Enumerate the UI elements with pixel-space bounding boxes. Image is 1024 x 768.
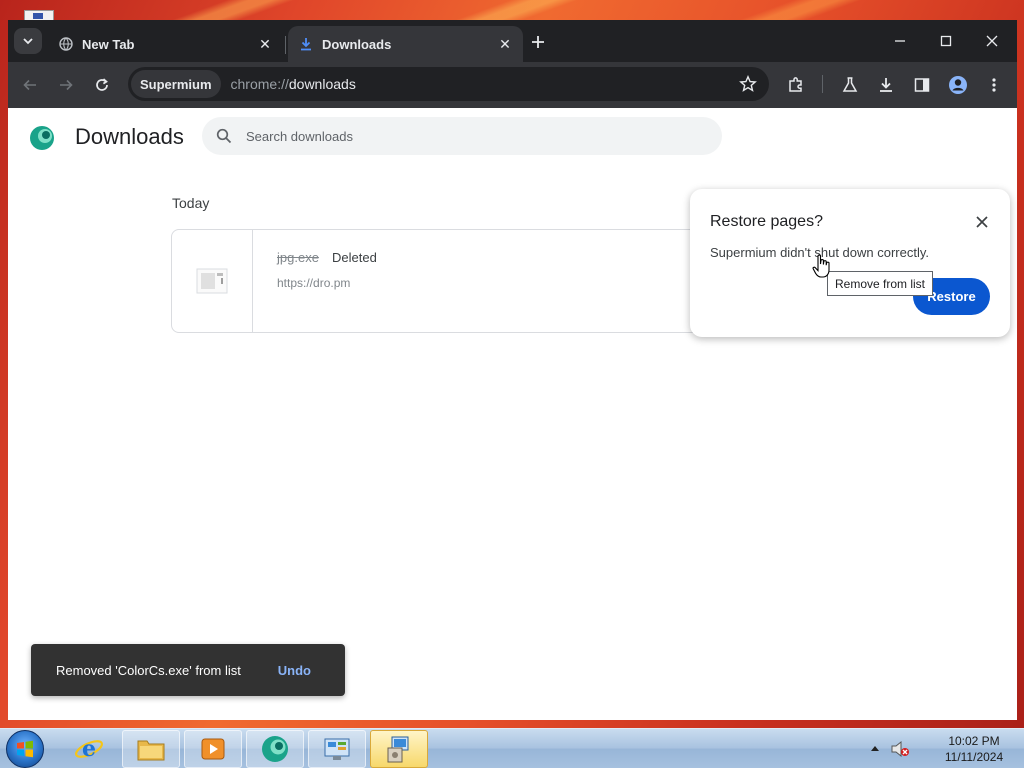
taskbar-file-explorer[interactable]: [122, 730, 180, 768]
tab-separator: [285, 36, 286, 54]
dialog-title: Restore pages?: [710, 213, 823, 230]
page-title: Downloads: [75, 124, 184, 149]
snackbar-message: Removed 'ColorCs.exe' from list: [56, 662, 241, 678]
tab-new-tab[interactable]: New Tab ✕: [48, 26, 283, 62]
date-section-label: Today: [172, 195, 210, 211]
maximize-button[interactable]: [926, 28, 966, 54]
tab-strip: New Tab ✕ Downloads ✕: [8, 20, 1017, 62]
close-icon[interactable]: [971, 211, 993, 233]
labs-button[interactable]: [838, 73, 862, 97]
volume-muted-icon[interactable]: [890, 740, 910, 758]
profile-button[interactable]: [946, 73, 970, 97]
browser-window: New Tab ✕ Downloads ✕ Supermium chrome:/…: [8, 20, 1017, 720]
undo-button[interactable]: Undo: [278, 663, 311, 678]
back-button[interactable]: [18, 73, 42, 97]
system-clock[interactable]: 10:02 PM 11/11/2024: [930, 733, 1018, 765]
minimize-button[interactable]: [880, 28, 920, 54]
installer-icon: [387, 736, 409, 763]
globe-icon: [58, 36, 74, 52]
internet-explorer-icon: e: [75, 736, 103, 762]
puzzle-icon: [789, 77, 802, 92]
taskbar-internet-explorer[interactable]: e: [60, 730, 118, 768]
arrow-right-icon: [60, 79, 73, 91]
chevron-down-icon: [23, 38, 33, 45]
media-player-icon: [201, 738, 225, 760]
forward-button[interactable]: [54, 73, 78, 97]
url-scheme: chrome://: [230, 76, 289, 92]
taskbar-installer[interactable]: [370, 730, 428, 768]
close-icon[interactable]: ✕: [497, 36, 513, 52]
avatar-icon: [949, 76, 967, 94]
reload-icon: [96, 78, 108, 91]
bookmark-star-icon[interactable]: [737, 73, 759, 95]
remove-tooltip: Remove from list: [827, 271, 934, 296]
file-status: Deleted: [332, 250, 377, 265]
plus-icon: [532, 36, 544, 48]
clock-date: 11/11/2024: [944, 750, 1004, 764]
url-text[interactable]: chrome://downloads: [231, 76, 356, 92]
reload-button[interactable]: [90, 73, 114, 97]
download-icon: [298, 36, 314, 52]
search-box[interactable]: [202, 117, 722, 155]
url-path: downloads: [288, 76, 356, 92]
tab-downloads[interactable]: Downloads ✕: [288, 26, 523, 62]
side-panel-button[interactable]: [910, 73, 934, 97]
download-icon: [880, 78, 892, 92]
menu-button[interactable]: [982, 73, 1006, 97]
tab-title: New Tab: [82, 36, 135, 52]
tab-title: Downloads: [322, 36, 392, 52]
clock-time: 10:02 PM: [948, 734, 1000, 748]
browser-toolbar: Supermium chrome://downloads: [8, 62, 1017, 108]
taskbar: e 10:02 PM 11/11/2024: [0, 728, 1024, 768]
taskbar-supermium[interactable]: [246, 730, 304, 768]
maximize-icon: [940, 35, 952, 47]
side-panel-icon: [914, 78, 930, 92]
downloads-button[interactable]: [874, 73, 898, 97]
arrow-left-icon: [23, 79, 36, 91]
flask-icon: [842, 77, 858, 92]
show-hidden-icons-button[interactable]: [870, 743, 880, 753]
tab-search-button[interactable]: [14, 28, 42, 54]
restore-pages-dialog: Restore pages? Supermium didn't shut dow…: [690, 189, 1010, 337]
close-icon[interactable]: ✕: [257, 36, 273, 52]
kebab-menu-icon: [992, 78, 996, 92]
toolbar-divider: [822, 75, 823, 93]
svg-text:e: e: [82, 736, 96, 762]
windows-logo-icon: [17, 740, 33, 758]
extensions-button[interactable]: [784, 73, 808, 97]
close-icon: [986, 35, 998, 47]
downloads-page: Downloads Today jpg.exe Deleted https:: [8, 108, 1017, 720]
file-explorer-icon: [137, 740, 165, 761]
supermium-logo-icon: [30, 126, 54, 150]
origin-chip[interactable]: Supermium: [131, 70, 221, 98]
supermium-icon: [262, 736, 288, 762]
close-window-button[interactable]: [972, 28, 1012, 54]
undo-snackbar: Removed 'ColorCs.exe' from list Undo: [31, 644, 345, 696]
taskbar-media-player[interactable]: [184, 730, 242, 768]
search-icon: [214, 126, 234, 146]
hand-cursor-icon: [812, 254, 830, 278]
file-name[interactable]: jpg.exe: [277, 250, 319, 265]
taskbar-control-panel[interactable]: [308, 730, 366, 768]
file-icon: [196, 268, 228, 294]
start-button[interactable]: [6, 730, 44, 768]
chevron-up-icon: [871, 746, 879, 751]
downloads-header: Downloads: [8, 108, 1017, 166]
address-bar[interactable]: Supermium chrome://downloads: [128, 67, 769, 101]
minimize-icon: [895, 40, 905, 42]
control-panel-icon: [324, 738, 350, 760]
file-source-url[interactable]: https://dro.pm: [277, 276, 350, 290]
new-tab-button[interactable]: [526, 30, 550, 54]
file-icon-area: [172, 230, 253, 332]
search-input[interactable]: [246, 128, 686, 144]
